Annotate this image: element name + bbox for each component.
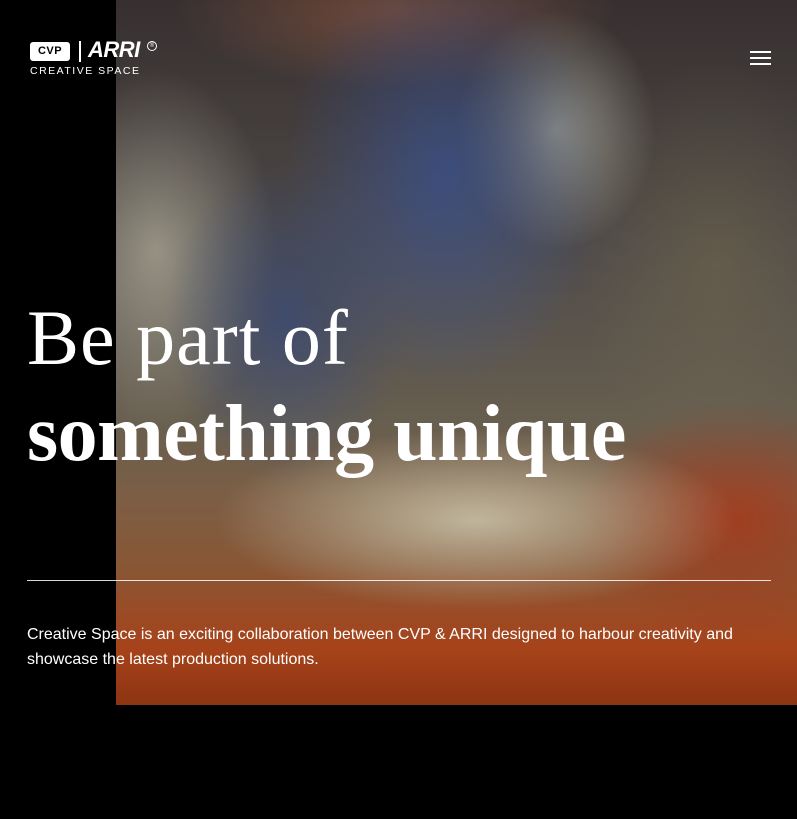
menu-bar — [750, 63, 771, 65]
registered-mark: ® — [147, 41, 157, 51]
headline-line-2: something unique — [27, 390, 626, 478]
hero-headline: Be part of something unique — [27, 292, 626, 484]
headline-line-1: Be part of — [27, 294, 349, 381]
site-logo[interactable]: CVP ARRI ® CREATIVE SPACE — [30, 37, 160, 77]
hero-intro-text: Creative Space is an exciting collaborat… — [27, 626, 733, 668]
menu-bar — [750, 57, 771, 59]
arri-logo-mark: ARRI — [88, 37, 140, 62]
cvp-logo-mark: CVP — [30, 42, 70, 61]
menu-bar — [750, 51, 771, 53]
logo-subtitle: CREATIVE SPACE — [30, 65, 141, 77]
hero-divider — [27, 580, 771, 581]
hamburger-menu-icon[interactable] — [744, 46, 776, 72]
logo-divider — [79, 41, 81, 62]
